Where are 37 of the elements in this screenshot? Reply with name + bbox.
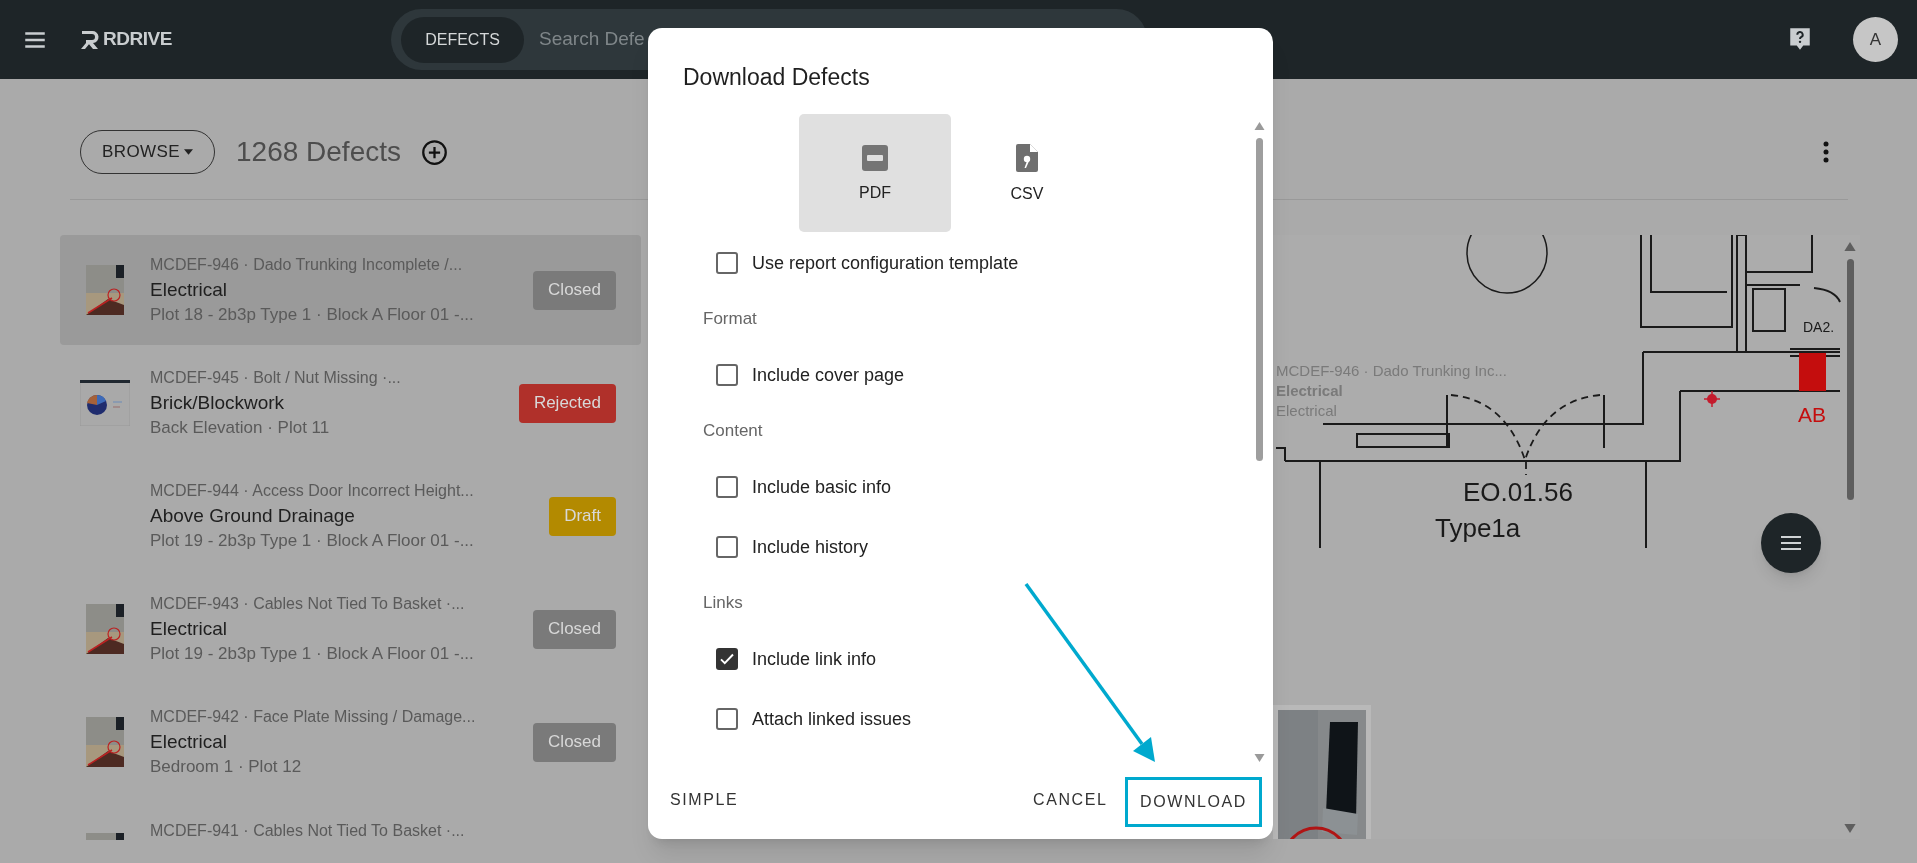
defect-category: Electrical <box>150 730 229 754</box>
checkbox-label: Include history <box>752 535 869 559</box>
defect-title: MCDEF-946 · Dado Trunking Incomplete /... <box>150 255 464 275</box>
defect-title: MCDEF-941 · Cables Not Tied To Basket ·... <box>150 821 466 840</box>
status-badge: Closed <box>533 609 616 649</box>
defect-location: Plot 19 - 2b3p Type 1 · Block A Floor 01 -... <box>150 643 475 665</box>
status-badge: Closed <box>533 722 616 762</box>
defect-location: Plot 19 - 2b3p Type 1 · Block A Floor 01 -... <box>150 530 475 552</box>
logo-text: RDRIVE <box>103 27 172 52</box>
status-badge: Closed <box>533 270 616 310</box>
defect-category: Electrical <box>150 278 229 302</box>
defect-count: 1268 Defects <box>236 135 401 169</box>
dialog-title: Download Defects <box>683 63 870 92</box>
checkbox-label: Attach linked issues <box>752 707 912 731</box>
defect-title: MCDEF-943 · Cables Not Tied To Basket ·... <box>150 594 466 614</box>
defect-category: Brick/Blockwork <box>150 391 286 415</box>
section-label: Format <box>702 308 758 331</box>
defect-location: Back Elevation · Plot 11 <box>150 417 331 439</box>
checkbox-label: Include basic info <box>752 475 892 499</box>
status-badge: Draft <box>549 496 616 536</box>
defect-title: MCDEF-944 · Access Door Incorrect Height... <box>150 481 475 501</box>
defect-category: Electrical <box>150 617 229 641</box>
door-tag: DA2. <box>1803 320 1835 334</box>
room-number: EO.01.56 <box>1463 479 1573 505</box>
checkbox-label: Use report configuration template <box>752 251 1019 275</box>
defect-category: Above Ground Drainage <box>150 504 356 528</box>
defect-location: Plot 18 - 2b3p Type 1 · Block A Floor 01 -... <box>150 304 475 326</box>
room-type: Type1a <box>1435 515 1521 541</box>
checkbox-label: Include cover page <box>752 363 905 387</box>
section-label: Links <box>702 592 744 615</box>
checkbox-label: Include link info <box>752 647 877 671</box>
status-badge: Rejected <box>518 383 616 423</box>
defect-title: MCDEF-945 · Bolt / Nut Missing ·... <box>150 368 402 388</box>
defect-title: MCDEF-942 · Face Plate Missing / Damage... <box>150 707 477 727</box>
defect-location: Bedroom 1 · Plot 12 <box>150 756 303 778</box>
section-label: Content <box>702 420 764 443</box>
marker-label: AB <box>1798 404 1826 425</box>
